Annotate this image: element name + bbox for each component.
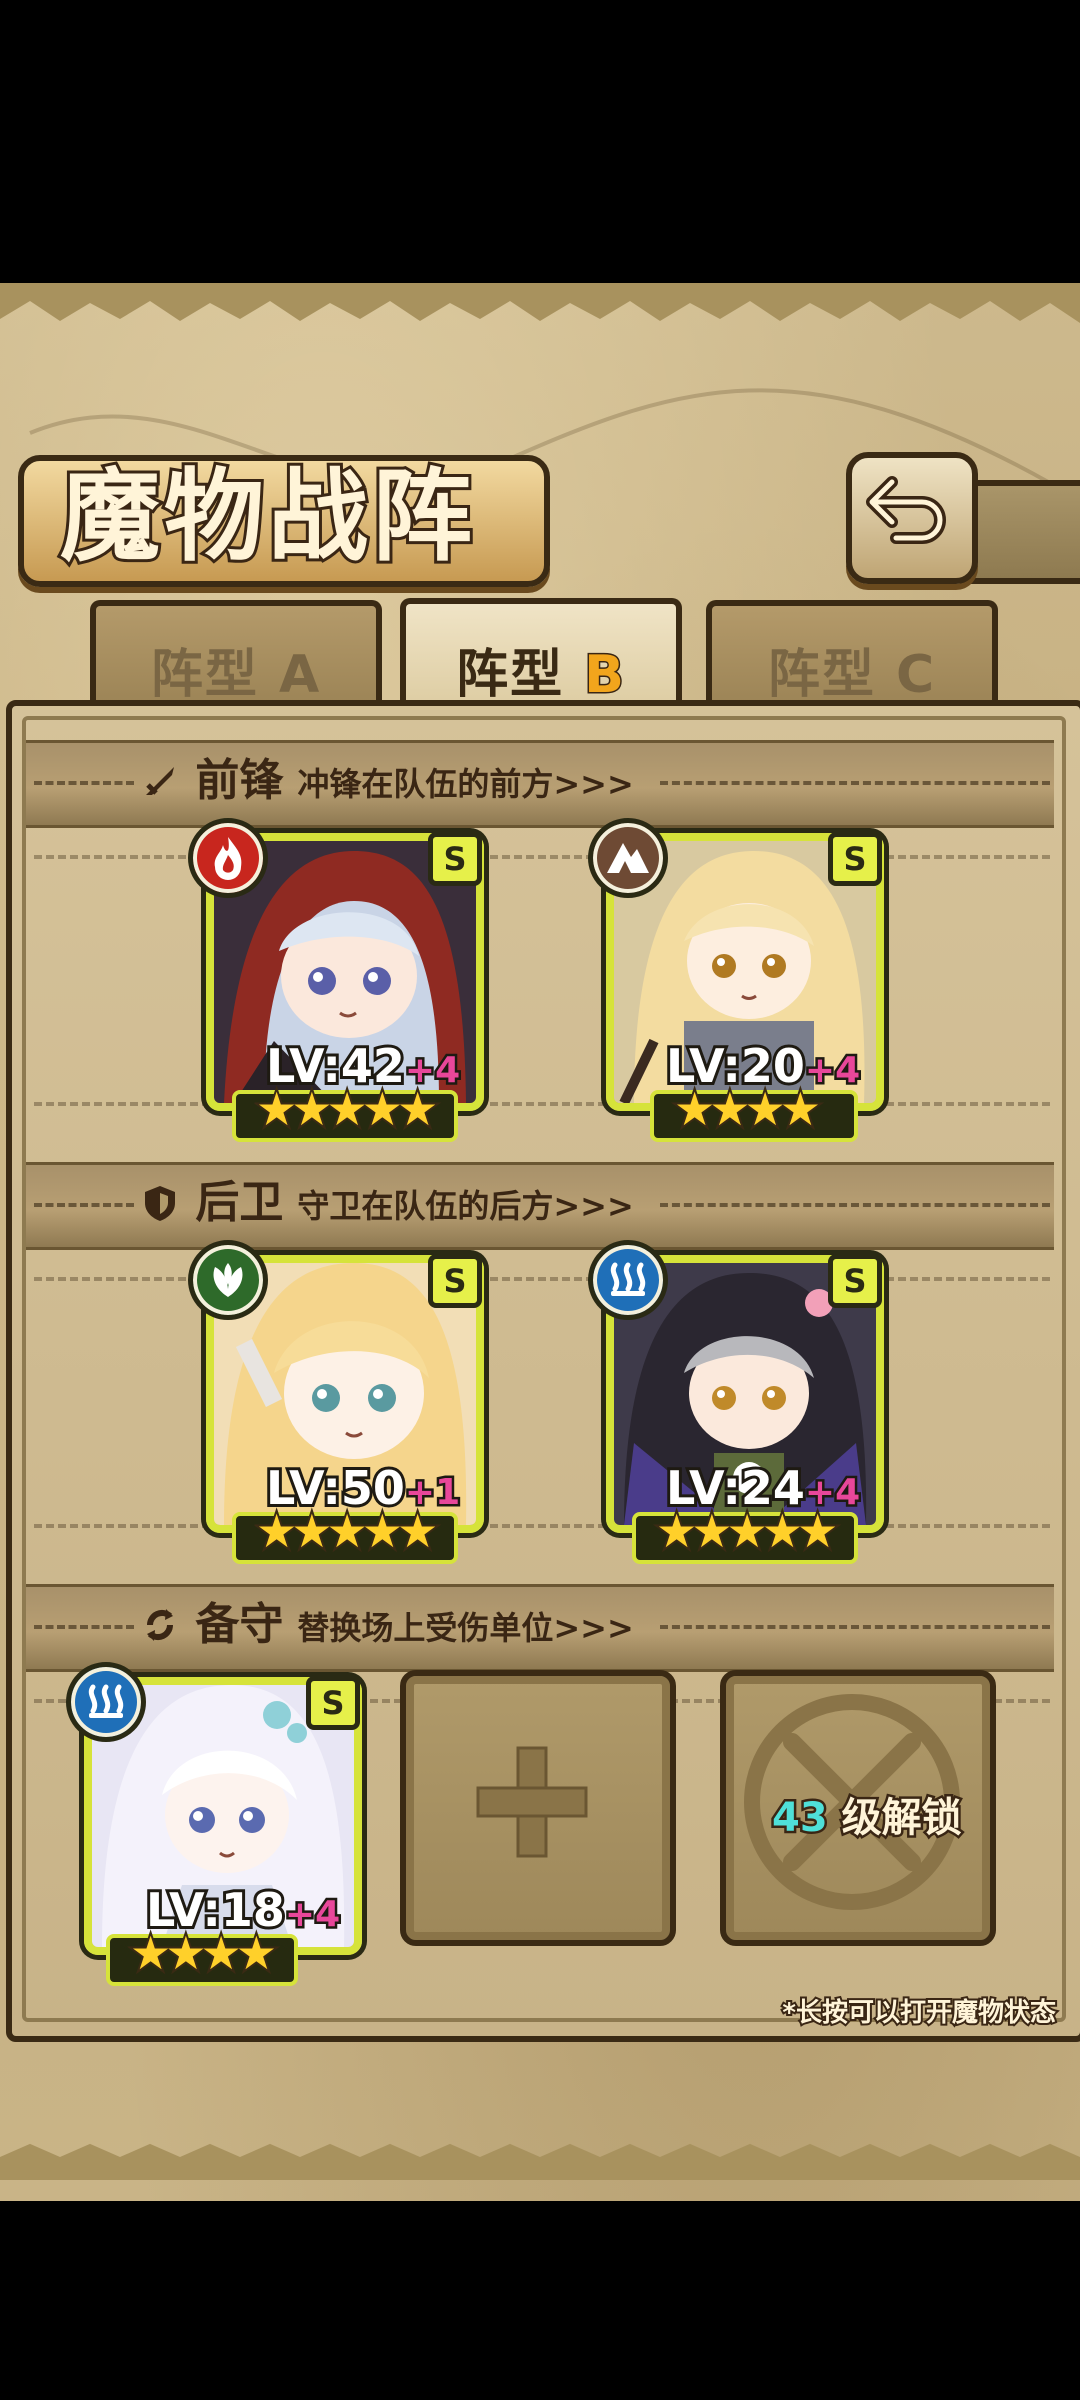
sword-icon xyxy=(146,767,174,795)
back-button[interactable] xyxy=(846,452,978,584)
tab-formation-a[interactable]: 阵型 A xyxy=(90,600,382,706)
back-button-rail xyxy=(960,480,1080,584)
divider xyxy=(660,1625,1050,1629)
tab-formation-c[interactable]: 阵型 C xyxy=(706,600,998,706)
tab-b-prefix: 阵型 xyxy=(456,645,565,705)
divider xyxy=(34,855,1050,859)
section-reserve-header: 备守 替换场上受伤单位>>> xyxy=(140,1584,634,1666)
tab-a-letter: A xyxy=(278,645,322,705)
divider xyxy=(660,781,1050,785)
water-element-icon xyxy=(66,1662,146,1742)
unit-stars: ★★★★ xyxy=(672,1082,823,1136)
plus-icon xyxy=(476,1746,588,1858)
section-reserve-title: 备守 xyxy=(195,1599,284,1650)
unlock-requirement: 43 级解锁 xyxy=(770,1788,972,1848)
divider xyxy=(660,1203,1050,1207)
rank-badge: S xyxy=(306,1676,360,1730)
divider xyxy=(34,1102,1050,1106)
unit-stars: ★★★★ xyxy=(128,1926,279,1980)
divider xyxy=(34,781,134,785)
unit-level-bonus: +4 xyxy=(282,1892,342,1938)
section-front-desc: 冲锋在队伍的前方>>> xyxy=(297,765,634,803)
tab-a-prefix: 阵型 xyxy=(150,645,259,705)
section-front-header: 前锋 冲锋在队伍的前方>>> xyxy=(140,740,634,822)
wind-element-icon xyxy=(188,1240,268,1320)
unit-stars: ★★★★★ xyxy=(254,1504,440,1558)
tab-c-letter: C xyxy=(895,645,937,705)
unit-stars: ★★★★★ xyxy=(654,1504,840,1558)
tab-c-prefix: 阵型 xyxy=(767,645,876,705)
unlock-label: 级解锁 xyxy=(839,1793,964,1844)
section-front-title: 前锋 xyxy=(195,755,284,806)
divider xyxy=(34,1524,1050,1528)
fire-element-icon xyxy=(188,818,268,898)
rank-badge: S xyxy=(428,1254,482,1308)
swap-icon xyxy=(146,1609,174,1641)
rank-badge: S xyxy=(828,1254,882,1308)
shield-icon xyxy=(145,1186,175,1221)
rank-badge: S xyxy=(428,832,482,886)
section-back-title: 后卫 xyxy=(195,1177,284,1228)
empty-slot-add[interactable] xyxy=(400,1670,676,1946)
unit-stars: ★★★★★ xyxy=(254,1082,440,1136)
page-title: 魔物战阵 xyxy=(57,454,476,578)
section-reserve-desc: 替换场上受伤单位>>> xyxy=(297,1609,634,1647)
tab-b-letter: B xyxy=(583,644,626,707)
unlock-level: 43 xyxy=(770,1793,831,1844)
rank-badge: S xyxy=(828,832,882,886)
section-back-header: 后卫 守卫在队伍的后方>>> xyxy=(140,1162,634,1244)
torn-edge-bottom xyxy=(0,2143,1080,2180)
torn-edge-top xyxy=(0,283,1080,323)
divider xyxy=(34,1277,1050,1281)
long-press-hint: *长按可以打开魔物状态 xyxy=(780,1996,1058,2030)
section-back-desc: 守卫在队伍的后方>>> xyxy=(297,1187,634,1225)
divider xyxy=(34,1625,134,1629)
earth-element-icon xyxy=(588,818,668,898)
water-element-icon xyxy=(588,1240,668,1320)
tab-formation-b[interactable]: 阵型 B xyxy=(400,598,682,714)
divider xyxy=(34,1203,134,1207)
back-arrow-icon xyxy=(866,476,946,544)
